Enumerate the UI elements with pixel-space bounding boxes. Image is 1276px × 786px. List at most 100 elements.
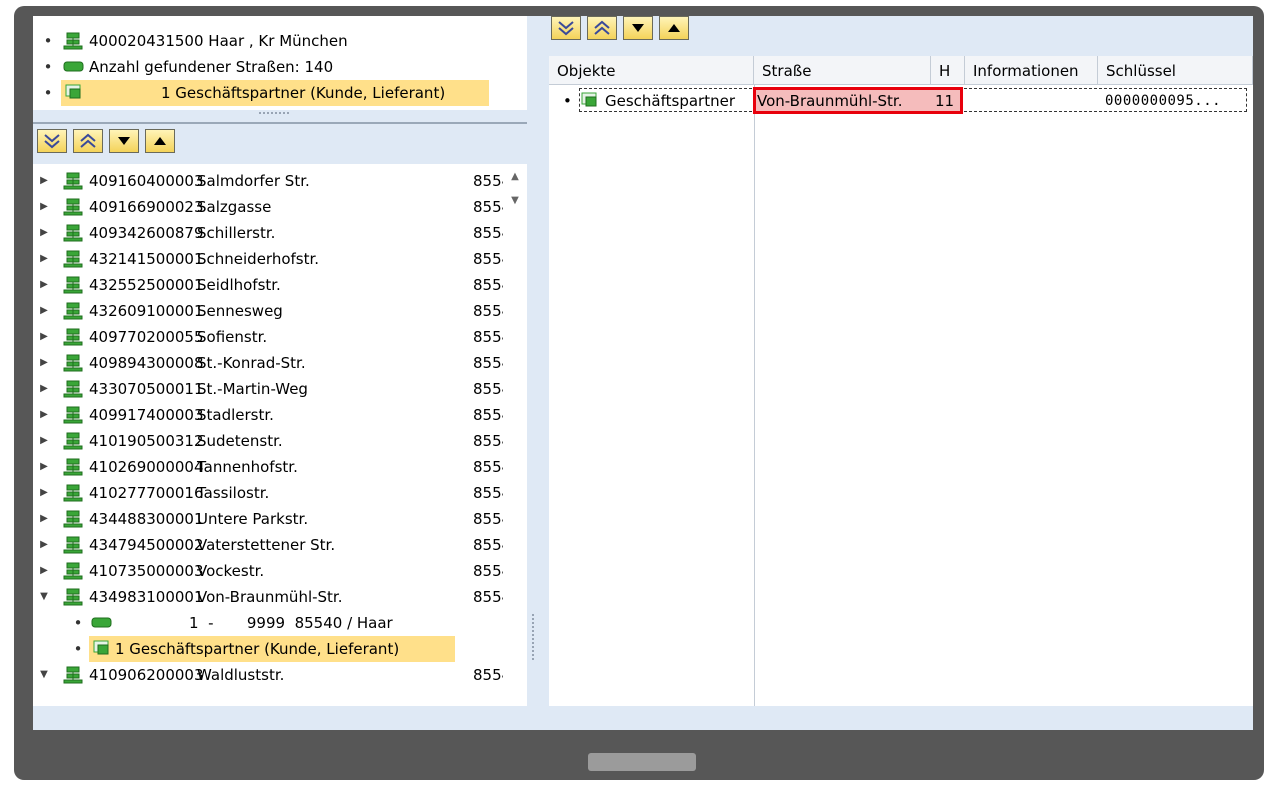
vertical-splitter[interactable] bbox=[527, 16, 541, 706]
street-plz: 85540 / bbox=[473, 666, 503, 684]
scroll-down-icon[interactable]: ▼ bbox=[509, 196, 521, 206]
green-bar-icon bbox=[63, 58, 85, 76]
street-plz: 85540 / bbox=[473, 198, 503, 216]
street-row[interactable]: ▶ 410277700016Tassilostr. 85540 / bbox=[33, 480, 503, 506]
street-name: Untere Parkstr. bbox=[197, 510, 309, 528]
range-row[interactable]: • 1 - 9999 85540 / Haar bbox=[33, 610, 503, 636]
street-row[interactable]: ▶ 409160400003Salmdorfer Str. 85540 / bbox=[33, 168, 503, 194]
column-header-h[interactable]: H bbox=[931, 56, 965, 84]
expand-arrow-icon[interactable]: ▶ bbox=[37, 350, 51, 376]
street-id: 433070500011 bbox=[89, 380, 204, 398]
street-row[interactable]: ▶ 432141500001Schneiderhofstr. 85540 / bbox=[33, 246, 503, 272]
tree-bullet: • bbox=[73, 640, 83, 658]
street-name: Waldluststr. bbox=[197, 666, 285, 684]
expand-arrow-icon[interactable]: ▶ bbox=[37, 506, 51, 532]
street-row[interactable]: ▼ 434983100001Von-Braunmühl-Str. 85540 / bbox=[33, 584, 503, 610]
vertical-scrollbar[interactable]: ▲ ▼ bbox=[503, 164, 527, 706]
arrow-up-button[interactable] bbox=[659, 16, 689, 40]
expand-arrow-icon[interactable]: ▶ bbox=[37, 298, 51, 324]
expand-all-button[interactable] bbox=[37, 129, 67, 153]
expand-arrow-icon[interactable]: ▶ bbox=[37, 324, 51, 350]
arrow-down-button[interactable] bbox=[109, 129, 139, 153]
expand-arrow-icon[interactable]: ▶ bbox=[37, 428, 51, 454]
table-row[interactable]: • Geschäftspartner Von-Braunmühl-Str. 11… bbox=[549, 87, 1253, 114]
street-row[interactable]: ▶ 410190500312Sudetenstr. 85540 / bbox=[33, 428, 503, 454]
street-row[interactable]: ▼ 410906200003Waldluststr. 85540 / bbox=[33, 662, 503, 688]
column-header-schluessel[interactable]: Schlüssel bbox=[1098, 56, 1253, 84]
street-row[interactable]: ▶ 409166900023Salzgasse 85540 / bbox=[33, 194, 503, 220]
column-header-informationen[interactable]: Informationen bbox=[965, 56, 1098, 84]
partner-row[interactable]: • 1 Geschäftspartner (Kunde, Lieferant) bbox=[33, 636, 503, 662]
network-icon bbox=[63, 328, 85, 346]
street-id: 410735000003 bbox=[89, 562, 204, 580]
partner-icon bbox=[581, 92, 603, 118]
scroll-up-icon[interactable]: ▲ bbox=[509, 172, 521, 182]
partner-label: 1 Geschäftspartner (Kunde, Lieferant) bbox=[115, 640, 400, 658]
street-id: 434488300001 bbox=[89, 510, 204, 528]
street-row[interactable]: ▶ 410269000004Tannenhofstr. 85540 / bbox=[33, 454, 503, 480]
street-plz: 85540 / bbox=[473, 458, 503, 476]
network-icon bbox=[63, 224, 85, 242]
cell-strasse: Von-Braunmühl-Str. bbox=[757, 92, 903, 110]
expand-arrow-icon[interactable]: ▶ bbox=[37, 376, 51, 402]
expand-all-button[interactable] bbox=[551, 16, 581, 40]
collapse-all-button[interactable] bbox=[73, 129, 103, 153]
street-name: Vockestr. bbox=[197, 562, 265, 580]
horizontal-splitter[interactable] bbox=[33, 110, 527, 124]
expand-arrow-icon[interactable]: ▶ bbox=[37, 220, 51, 246]
street-id: 409166900023 bbox=[89, 198, 204, 216]
arrow-down-button[interactable] bbox=[623, 16, 653, 40]
street-id: 410277700016 bbox=[89, 484, 204, 502]
street-id: 409160400003 bbox=[89, 172, 204, 190]
street-row[interactable]: ▶ 433070500011St.-Martin-Weg 85540 / bbox=[33, 376, 503, 402]
street-name: Tannenhofstr. bbox=[197, 458, 298, 476]
street-row[interactable]: ▶ 434488300001Untere Parkstr. 85540 / bbox=[33, 506, 503, 532]
street-row[interactable]: ▶ 409894300008St.-Konrad-Str. 85540 / bbox=[33, 350, 503, 376]
street-plz: 85540 / bbox=[473, 380, 503, 398]
tree-bullet: • bbox=[43, 84, 53, 102]
column-header-strasse[interactable]: Straße bbox=[754, 56, 931, 84]
expand-arrow-icon[interactable]: ▶ bbox=[37, 272, 51, 298]
expand-arrow-icon[interactable]: ▶ bbox=[37, 454, 51, 480]
street-plz: 85540 / bbox=[473, 588, 503, 606]
street-row[interactable]: ▶ 434794500002Vaterstettener Str. 85540 / bbox=[33, 532, 503, 558]
street-plz: 85540 / bbox=[473, 328, 503, 346]
expand-arrow-icon[interactable]: ▶ bbox=[37, 168, 51, 194]
network-icon bbox=[63, 510, 85, 528]
arrow-up-button[interactable] bbox=[145, 129, 175, 153]
collapse-all-button[interactable] bbox=[587, 16, 617, 40]
network-icon bbox=[63, 250, 85, 268]
expand-arrow-icon[interactable]: ▶ bbox=[37, 532, 51, 558]
street-row[interactable]: ▶ 410735000003Vockestr. 85540 / bbox=[33, 558, 503, 584]
tree-bullet: • bbox=[43, 58, 53, 76]
result-summary-tree: • 400020431500 Haar , Kr München • Anzah… bbox=[33, 16, 527, 111]
column-divider bbox=[754, 84, 755, 706]
result-grid: Objekte Straße H Informationen Schlüssel… bbox=[549, 56, 1253, 706]
street-id: 409894300008 bbox=[89, 354, 204, 372]
street-plz: 85540 / bbox=[473, 302, 503, 320]
network-icon bbox=[63, 536, 85, 554]
expand-arrow-icon[interactable]: ▶ bbox=[37, 558, 51, 584]
collapse-arrow-icon[interactable]: ▼ bbox=[37, 662, 51, 688]
expand-arrow-icon[interactable]: ▶ bbox=[37, 194, 51, 220]
street-plz: 85540 / bbox=[473, 354, 503, 372]
expand-arrow-icon[interactable]: ▶ bbox=[37, 480, 51, 506]
street-row[interactable]: ▶ 432552500001Seidlhofstr. 85540 / bbox=[33, 272, 503, 298]
network-icon bbox=[63, 302, 85, 320]
column-header-objekte[interactable]: Objekte bbox=[549, 56, 754, 84]
tree-bullet: • bbox=[73, 614, 83, 632]
street-plz: 85540 / bbox=[473, 250, 503, 268]
expand-arrow-icon[interactable]: ▶ bbox=[37, 246, 51, 272]
network-icon bbox=[63, 562, 85, 580]
street-plz: 85540 / bbox=[473, 536, 503, 554]
street-row[interactable]: ▶ 409917400003Stadlerstr. 85540 / bbox=[33, 402, 503, 428]
collapse-arrow-icon[interactable]: ▼ bbox=[37, 584, 51, 610]
tree-bullet: • bbox=[563, 92, 572, 110]
street-name: St.-Konrad-Str. bbox=[197, 354, 306, 372]
network-icon bbox=[63, 666, 85, 684]
expand-arrow-icon[interactable]: ▶ bbox=[37, 402, 51, 428]
street-id: 410190500312 bbox=[89, 432, 204, 450]
street-row[interactable]: ▶ 409770200055Sofienstr. 85540 / bbox=[33, 324, 503, 350]
street-row[interactable]: ▶ 409342600879Schillerstr. 85540 / bbox=[33, 220, 503, 246]
street-row[interactable]: ▶ 432609100001Sennesweg 85540 / bbox=[33, 298, 503, 324]
